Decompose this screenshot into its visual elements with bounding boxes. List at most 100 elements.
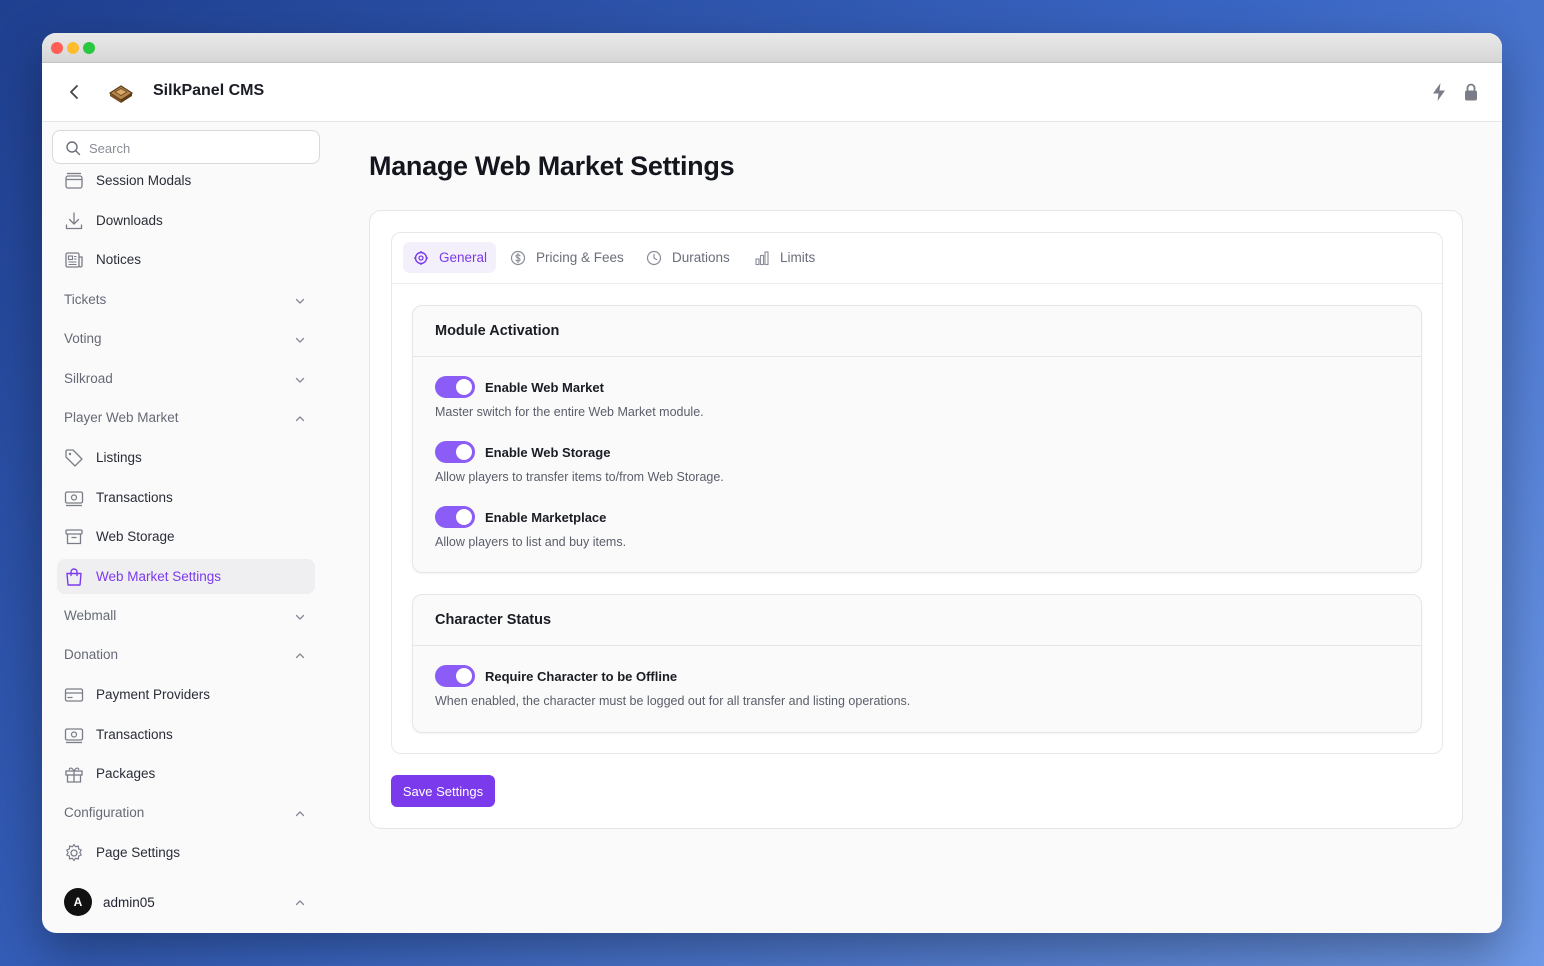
sidebar-item-web-storage[interactable]: Web Storage [57, 519, 315, 554]
chevron-up-icon [295, 416, 305, 422]
maximize-window-button[interactable] [83, 42, 95, 54]
sidebar-group-webmall[interactable]: Webmall [57, 600, 315, 632]
option-description: Allow players to list and buy items. [435, 535, 627, 549]
search-box [52, 130, 320, 164]
app-header: SilkPanel CMS [42, 63, 1502, 122]
enable-marketplace-toggle[interactable] [435, 506, 475, 528]
tab-durations[interactable]: Durations [636, 242, 736, 273]
chevron-up-icon [295, 811, 305, 817]
sidebar-item-label: Notices [96, 252, 142, 267]
gift-icon [65, 767, 83, 783]
require-offline-toggle[interactable] [435, 665, 475, 687]
sidebar-item-label: Packages [96, 766, 156, 781]
sidebar-item-label: Downloads [96, 213, 163, 228]
save-settings-button[interactable]: Save Settings [391, 775, 495, 807]
tab-general[interactable]: General [403, 242, 496, 273]
chevron-up-icon [295, 653, 305, 659]
toggle-knob [456, 444, 472, 460]
enable-web-storage-toggle[interactable] [435, 441, 475, 463]
clock-icon [646, 250, 662, 266]
window-icon [65, 172, 83, 189]
tab-label: Limits [780, 250, 816, 265]
window-titlebar [42, 33, 1502, 63]
gear-icon [66, 843, 82, 862]
section-title: Character Status [435, 612, 552, 628]
sidebar-group-player-web-market[interactable]: Player Web Market [57, 402, 315, 434]
tab-pricing-fees[interactable]: Pricing & Fees [500, 242, 624, 273]
bar-chart-icon [755, 251, 769, 266]
logo-icon [108, 85, 134, 103]
sidebar-item-label: Payment Providers [96, 687, 211, 702]
sidebar-item-label: Web Storage [96, 529, 175, 544]
sidebar-item-label: Listings [96, 450, 142, 465]
toggle-knob [456, 509, 472, 525]
sidebar-item-label: Page Settings [96, 845, 181, 860]
dollar-circle-icon [510, 250, 526, 266]
chevron-left-icon[interactable] [64, 82, 84, 102]
section-header: Module Activation [413, 306, 1421, 357]
banknote-icon [64, 491, 84, 507]
avatar: A [64, 888, 92, 916]
chevron-down-icon [295, 337, 305, 343]
newspaper-icon [65, 252, 83, 268]
search-icon [66, 141, 81, 156]
sidebar-group-label: Webmall [64, 608, 117, 623]
sidebar-item-page-settings[interactable]: Page Settings [57, 835, 315, 870]
tab-label: Durations [672, 250, 730, 265]
minimize-window-button[interactable] [67, 42, 79, 54]
option-label: Enable Marketplace [485, 510, 607, 525]
sidebar-group-tickets[interactable]: Tickets [57, 284, 315, 316]
archive-icon [65, 529, 83, 545]
option-description: Allow players to transfer items to/from … [435, 470, 724, 484]
user-menu[interactable]: A admin05 [57, 885, 315, 921]
tab-bar: General Pricing & Fees Durations Limits [392, 233, 1442, 284]
sidebar-item-packages[interactable]: Packages [57, 756, 315, 791]
option-label: Enable Web Market [485, 380, 604, 395]
sidebar-group-donation[interactable]: Donation [57, 639, 315, 671]
sidebar-item-session-modals[interactable]: Session Modals [57, 163, 315, 198]
lock-icon[interactable] [1462, 82, 1480, 102]
tab-limits[interactable]: Limits [744, 242, 822, 273]
tab-label: General [439, 250, 488, 265]
toggle-knob [456, 668, 472, 684]
sidebar-item-label: Session Modals [96, 173, 192, 188]
sidebar-item-notices[interactable]: Notices [57, 242, 315, 277]
sidebar-group-label: Configuration [64, 805, 145, 820]
tabs-panel: General Pricing & Fees Durations Limits [391, 232, 1443, 754]
section-title: Module Activation [435, 323, 560, 339]
sidebar-item-listings[interactable]: Listings [57, 440, 315, 475]
search-input[interactable] [89, 138, 309, 158]
credit-card-icon [64, 688, 84, 702]
tag-icon [65, 449, 83, 467]
chevron-down-icon [295, 377, 305, 383]
chevron-down-icon [295, 614, 305, 620]
sidebar-group-voting[interactable]: Voting [57, 323, 315, 355]
close-window-button[interactable] [51, 42, 63, 54]
sidebar-item-payment-providers[interactable]: Payment Providers [57, 677, 315, 712]
sidebar-item-transactions-donation[interactable]: Transactions [57, 717, 315, 752]
sidebar-group-label: Tickets [64, 292, 107, 307]
sidebar-item-transactions[interactable]: Transactions [57, 480, 315, 515]
page-title: Manage Web Market Settings [369, 151, 735, 181]
main-content: Manage Web Market Settings General Prici… [332, 123, 1502, 933]
sidebar-group-label: Silkroad [64, 371, 113, 386]
sidebar-group-label: Player Web Market [64, 410, 179, 425]
tab-label: Pricing & Fees [536, 250, 624, 265]
sidebar-group-label: Donation [64, 647, 119, 662]
sidebar-group-configuration[interactable]: Configuration [57, 797, 315, 829]
cog-icon [414, 251, 428, 265]
sidebar-item-web-market-settings[interactable]: Web Market Settings [57, 559, 315, 594]
sidebar-group-silkroad[interactable]: Silkroad [57, 363, 315, 395]
enable-web-market-toggle[interactable] [435, 376, 475, 398]
username: admin05 [103, 895, 155, 910]
sidebar-item-label: Transactions [96, 490, 173, 505]
app-window: SilkPanel CMS Session Modals Downloads N… [42, 33, 1502, 933]
lightning-icon[interactable] [1430, 82, 1448, 102]
sidebar-item-label: Transactions [96, 727, 173, 742]
settings-card: General Pricing & Fees Durations Limits [369, 210, 1463, 829]
download-icon [65, 212, 83, 230]
sidebar-item-downloads[interactable]: Downloads [57, 203, 315, 238]
app-name: SilkPanel CMS [153, 82, 265, 99]
banknote-icon [64, 728, 84, 744]
option-label: Require Character to be Offline [485, 669, 678, 684]
